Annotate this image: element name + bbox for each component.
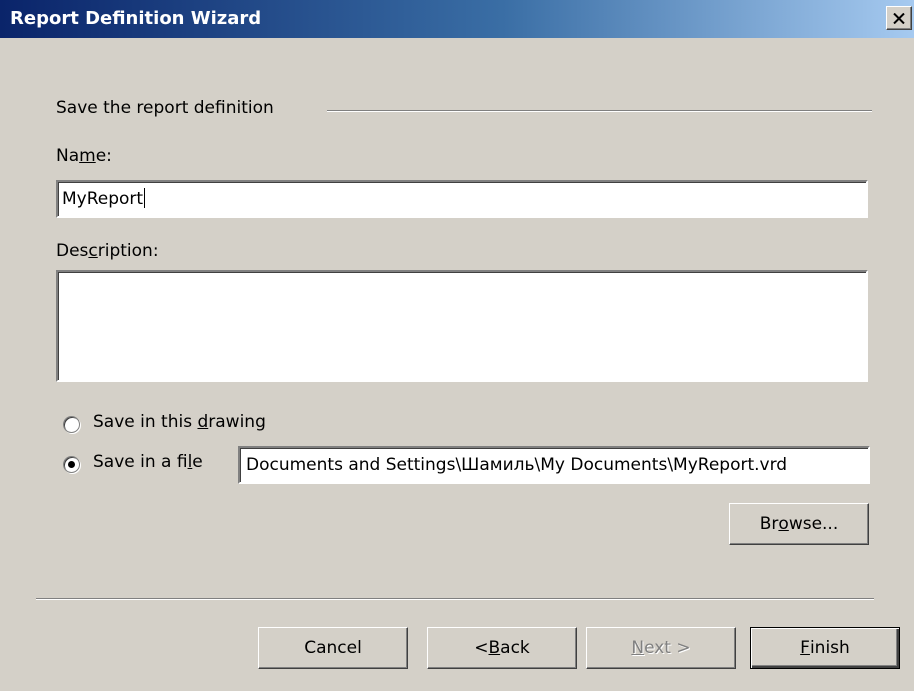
next-button: Next >: [586, 627, 736, 669]
footer-divider: [36, 598, 874, 600]
title-bar[interactable]: Report Definition Wizard: [0, 0, 914, 38]
browse-button[interactable]: Br o wse...: [729, 503, 869, 545]
radio-selected-icon: [68, 461, 75, 468]
description-field[interactable]: [56, 270, 868, 382]
name-field[interactable]: MyReport: [56, 180, 868, 218]
name-value: MyReport: [62, 189, 144, 209]
file-path-field[interactable]: Documents and Settings\Шамиль\My Documen…: [238, 446, 870, 484]
finish-button[interactable]: Finish: [750, 627, 900, 669]
radio-save-in-file[interactable]: [63, 456, 80, 473]
save-in-file-label[interactable]: Save in a file: [93, 452, 203, 472]
window-title: Report Definition Wizard: [10, 8, 262, 29]
save-in-drawing-label[interactable]: Save in this drawing: [93, 412, 266, 432]
description-label: Description:: [56, 241, 159, 261]
text-caret: [144, 188, 146, 208]
group-title: Save the report definition: [56, 98, 274, 118]
close-button[interactable]: [886, 6, 912, 30]
group-divider: [327, 110, 872, 112]
back-button[interactable]: < Back: [427, 627, 577, 669]
close-icon: [893, 12, 905, 24]
cancel-button[interactable]: Cancel: [258, 627, 408, 669]
name-label: Name:: [56, 146, 112, 166]
radio-save-in-drawing[interactable]: [63, 416, 80, 433]
